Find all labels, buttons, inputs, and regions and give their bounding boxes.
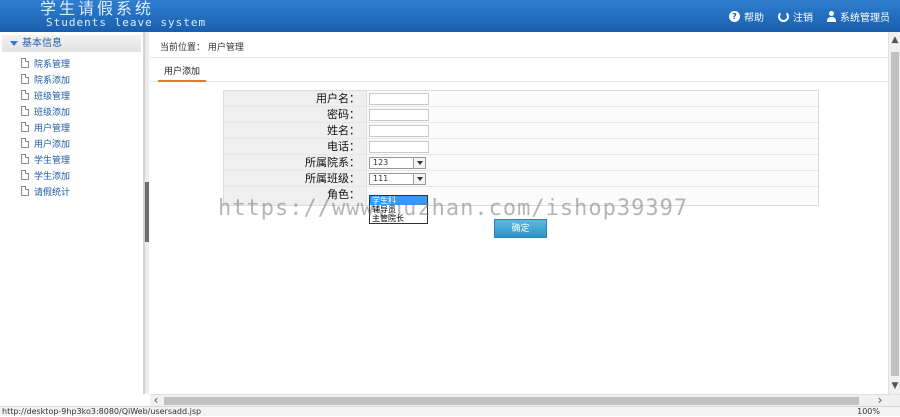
triangle-down-icon [10,41,18,46]
page-icon [21,138,29,148]
sidebar-item-label: 班级添加 [34,107,71,118]
form-row: 所属院系： 123 [224,155,818,171]
password-input[interactable] [369,108,429,121]
sidebar-item-dept-add[interactable]: 院系添加 [0,71,143,87]
sidebar-item-label: 用户管理 [34,123,71,134]
vertical-scroll-thumb[interactable] [891,52,899,376]
sidebar-item-student-manage[interactable]: 学生管理 [0,151,143,167]
logout-icon [778,11,789,22]
chevron-down-icon [413,157,425,168]
class-select[interactable]: 111 [369,172,426,185]
breadcrumb: 当前位置： 用户管理 [150,36,888,58]
form-row: 用户名： [224,91,818,107]
sidebar-item-leave-stats[interactable]: 请假统计 [0,183,143,199]
form-row: 电话： [224,139,818,155]
horizontal-scroll-thumb[interactable] [164,397,859,405]
sidebar-item-class-manage[interactable]: 班级管理 [0,87,143,103]
sidebar-item-user-add[interactable]: 用户添加 [0,135,143,151]
scroll-down-icon[interactable]: ▼ [889,378,900,394]
tab-user-add[interactable]: 用户添加 [158,62,207,82]
name-input[interactable] [369,124,429,137]
sidebar-item-label: 班级管理 [34,91,71,102]
sidebar-item-student-add[interactable]: 学生添加 [0,167,143,183]
help-icon: ? [729,11,740,22]
logo: 学生请假系统 Students leave system [40,1,206,29]
form-row: 所属班级： 111 [224,171,818,187]
vertical-scrollbar[interactable]: ▲ ▼ [888,32,900,394]
help-label: 帮助 [744,13,764,24]
logout-label: 注销 [793,13,813,24]
phone-input[interactable] [369,140,429,153]
phone-label: 电话： [224,139,367,154]
sidebar-group-header[interactable]: 基本信息 [2,35,141,52]
role-label: 角色： [224,187,367,205]
top-links: ? 帮助 注销 系统管理员 [729,9,890,24]
sidebar-item-label: 请假统计 [34,187,71,198]
status-bar: http://desktop-9hp3ko3:8080/QiWeb/usersa… [0,406,900,416]
sidebar-item-user-manage[interactable]: 用户管理 [0,119,143,135]
scroll-left-icon[interactable]: ‹ [150,393,162,407]
form-row: 角色： [224,187,818,205]
password-label: 密码： [224,107,367,122]
logo-title: 学生请假系统 [40,0,155,18]
name-label: 姓名： [224,123,367,138]
user-add-form: 用户名： 密码： 姓名： 电话： 所属院系： 123 所属班级： 111 角色： [223,90,819,206]
main-content: 当前位置： 用户管理 用户添加 用户名： 密码： 姓名： 电话： 所属院系： 1… [150,32,888,394]
user-icon [827,11,836,22]
sidebar-splitter[interactable] [144,32,149,394]
sidebar-item-label: 院系添加 [34,75,71,86]
form-row: 密码： [224,107,818,123]
logout-link[interactable]: 注销 [778,9,813,24]
class-select-value: 111 [373,174,389,183]
sidebar-group-label: 基本信息 [22,38,62,49]
username-input[interactable] [369,92,429,105]
sidebar-item-dept-manage[interactable]: 院系管理 [0,55,143,71]
help-link[interactable]: ? 帮助 [729,9,764,24]
role-listbox[interactable]: 学生科 辅导员 主管院长 [369,195,428,224]
form-row: 姓名： [224,123,818,139]
app-header: 学生请假系统 Students leave system ? 帮助 注销 系统管… [0,0,900,32]
sidebar-item-label: 院系管理 [34,59,71,70]
role-option-dean[interactable]: 主管院长 [370,214,427,223]
dept-select[interactable]: 123 [369,156,426,169]
logo-subtitle: Students leave system [46,16,207,29]
sidebar: 基本信息 院系管理 院系添加 班级管理 班级添加 用户管理 用户添加 学生管理 … [0,32,144,394]
page-icon [21,122,29,132]
page-icon [21,74,29,84]
page-icon [21,186,29,196]
class-label: 所属班级： [224,171,367,186]
username-label: 用户名： [224,91,367,106]
page-icon [21,154,29,164]
sidebar-item-class-add[interactable]: 班级添加 [0,103,143,119]
scroll-up-icon[interactable]: ▲ [889,32,900,48]
page-icon [21,106,29,116]
dept-label: 所属院系： [224,155,367,170]
sidebar-item-label: 学生添加 [34,171,71,182]
sidebar-item-label: 学生管理 [34,155,71,166]
splitter-handle[interactable] [145,182,149,242]
user-link[interactable]: 系统管理员 [827,9,890,24]
user-label: 系统管理员 [840,13,890,24]
chevron-down-icon [413,173,425,184]
confirm-button[interactable]: 确定 [494,219,547,238]
horizontal-scrollbar[interactable]: ‹ › [150,393,900,407]
page-icon [21,170,29,180]
role-option-student-office[interactable]: 学生科 [370,196,427,205]
tab-bar: 用户添加 [150,62,888,82]
page-icon [21,58,29,68]
page-icon [21,90,29,100]
sidebar-item-label: 用户添加 [34,139,71,150]
role-option-counselor[interactable]: 辅导员 [370,205,427,214]
dept-select-value: 123 [373,158,389,167]
scroll-right-icon[interactable]: › [874,393,886,407]
